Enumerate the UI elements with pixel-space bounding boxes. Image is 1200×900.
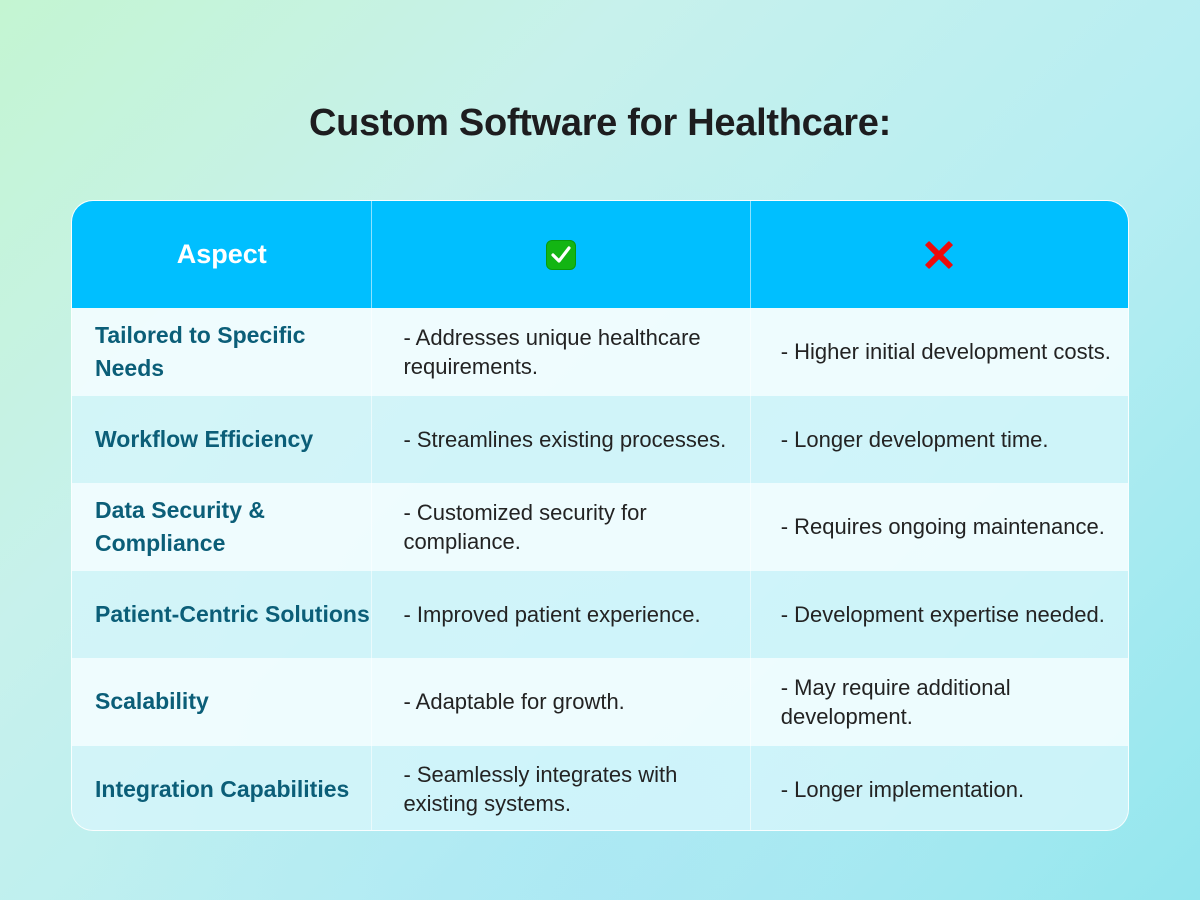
aspect-label: Integration Capabilities: [95, 775, 350, 802]
aspect-label: Scalability: [95, 688, 209, 715]
con-text: - Longer development time.: [780, 426, 1049, 452]
header-cons-cell: [751, 201, 1128, 308]
pro-cell: - Streamlines existing processes.: [372, 395, 751, 483]
aspect-label: Data Security & Compliance: [95, 496, 266, 556]
con-text: - May require additional development.: [780, 674, 1011, 729]
con-cell: - Longer implementation.: [751, 746, 1128, 831]
con-text: - Longer implementation.: [780, 776, 1025, 802]
con-cell: - Longer development time.: [751, 396, 1128, 484]
con-cell: - Development expertise needed.: [751, 571, 1128, 659]
pro-cell: - Improved patient experience.: [372, 570, 751, 658]
aspect-cell: Scalability: [72, 658, 373, 746]
table-header-row: Aspect: [72, 201, 1128, 308]
pro-text: - Adaptable for growth.: [403, 689, 625, 715]
table-row: Scalability - Adaptable for growth. - Ma…: [72, 658, 1128, 746]
con-text: - Higher initial development costs.: [780, 339, 1111, 365]
pro-text: - Addresses unique healthcare requiremen…: [403, 324, 701, 379]
pro-text: - Improved patient experience.: [403, 601, 701, 627]
con-cell: - Requires ongoing maintenance.: [751, 483, 1128, 571]
cross-mark-icon: [923, 239, 955, 271]
aspect-cell: Tailored to Specific Needs: [72, 308, 373, 396]
con-text: - Development expertise needed.: [780, 601, 1105, 627]
table-row: Data Security & Compliance - Customized …: [72, 483, 1128, 571]
pro-cell: - Addresses unique healthcare requiremen…: [372, 308, 751, 396]
pro-cell: - Adaptable for growth.: [372, 658, 751, 746]
pro-cell: - Seamlessly integrates with existing sy…: [372, 745, 751, 830]
aspect-cell: Workflow Efficiency: [72, 395, 373, 483]
check-mark-button-icon: [546, 239, 577, 270]
con-cell: - May require additional development.: [751, 658, 1128, 746]
pro-cell: - Customized security for compliance.: [372, 483, 751, 571]
aspect-cell: Integration Capabilities: [72, 745, 373, 830]
header-aspect-cell: Aspect: [72, 201, 373, 308]
con-text: - Requires ongoing maintenance.: [780, 514, 1105, 540]
aspect-label: Patient-Centric Solutions: [95, 600, 370, 627]
header-pros-cell: [372, 201, 751, 308]
header-aspect-label: Aspect: [176, 239, 267, 269]
table-row: Workflow Efficiency - Streamlines existi…: [72, 395, 1128, 484]
con-cell: - Higher initial development costs.: [751, 308, 1128, 396]
aspect-cell: Data Security & Compliance: [72, 483, 373, 571]
page-title: Custom Software for Healthcare:: [309, 102, 891, 144]
aspect-cell: Patient-Centric Solutions: [72, 570, 373, 658]
pro-text: - Streamlines existing processes.: [403, 426, 727, 452]
table-row: Integration Capabilities - Seamlessly in…: [72, 745, 1128, 831]
aspect-label: Tailored to Specific Needs: [95, 321, 306, 381]
pro-text: - Seamlessly integrates with existing sy…: [403, 762, 678, 817]
aspect-label: Workflow Efficiency: [95, 425, 314, 452]
table-row: Tailored to Specific Needs - Addresses u…: [72, 308, 1128, 396]
comparison-table: Aspect Tailored to Specific Needs - Addr…: [71, 200, 1129, 831]
table-row: Patient-Centric Solutions - Improved pat…: [72, 570, 1128, 659]
pro-text: - Customized security for compliance.: [403, 499, 647, 554]
